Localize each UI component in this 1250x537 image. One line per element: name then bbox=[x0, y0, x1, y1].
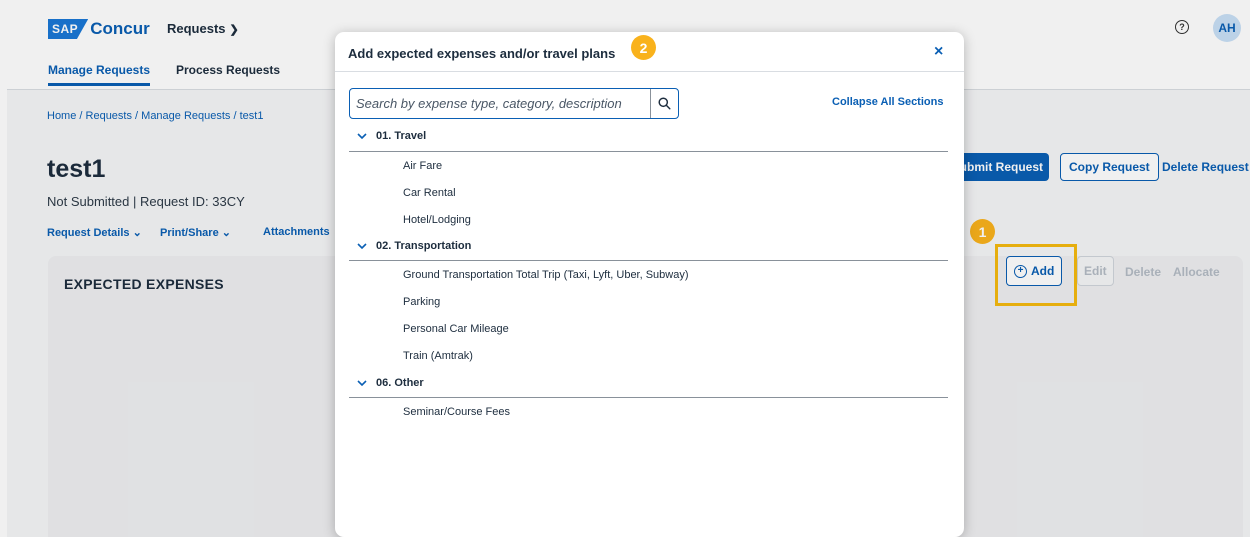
section-divider bbox=[349, 397, 948, 398]
search-box bbox=[349, 88, 679, 119]
section-divider bbox=[349, 260, 948, 261]
step-1-badge: 1 bbox=[970, 219, 995, 244]
chevron-down-icon bbox=[357, 242, 367, 250]
list-item-personal-car-mileage[interactable]: Personal Car Mileage bbox=[403, 323, 509, 335]
page-title: test1 bbox=[47, 155, 106, 183]
list-item-train-amtrak[interactable]: Train (Amtrak) bbox=[403, 350, 473, 362]
add-expense-button[interactable]: + Add bbox=[1006, 256, 1063, 286]
list-item-parking[interactable]: Parking bbox=[403, 296, 440, 308]
plus-circle-icon: + bbox=[1014, 264, 1027, 278]
search-icon bbox=[658, 97, 671, 110]
list-item-air-fare[interactable]: Air Fare bbox=[403, 160, 442, 172]
list-item-ground-transportation[interactable]: Ground Transportation Total Trip (Taxi, … bbox=[403, 269, 689, 281]
request-status-line: Not Submitted | Request ID: 33CY bbox=[47, 194, 245, 209]
step-2-badge: 2 bbox=[631, 35, 656, 60]
section-header-transportation[interactable]: 02. Transportation bbox=[357, 240, 471, 252]
section-title: 01. Travel bbox=[376, 130, 427, 142]
section-header-travel[interactable]: 01. Travel bbox=[357, 130, 426, 142]
print-share-menu[interactable]: Print/Share ⌄ bbox=[160, 226, 231, 239]
list-item-hotel-lodging[interactable]: Hotel/Lodging bbox=[403, 214, 471, 226]
concur-logo-text: Concur bbox=[90, 19, 150, 38]
chevron-down-icon: ❯ bbox=[229, 24, 239, 36]
print-share-label: Print/Share bbox=[160, 227, 219, 239]
request-details-label: Request Details bbox=[47, 227, 130, 239]
chevron-down-icon bbox=[357, 132, 367, 140]
add-button-label: Add bbox=[1031, 264, 1055, 278]
sap-concur-logo[interactable]: SAP Concur bbox=[48, 19, 150, 39]
list-item-seminar-course-fees[interactable]: Seminar/Course Fees bbox=[403, 406, 510, 418]
requests-menu-label: Requests bbox=[167, 21, 226, 36]
modal-title: Add expected expenses and/or travel plan… bbox=[348, 46, 616, 61]
close-icon[interactable]: × bbox=[934, 43, 943, 61]
section-title: 02. Transportation bbox=[376, 240, 472, 252]
section-title: 06. Other bbox=[376, 377, 424, 389]
section-divider bbox=[349, 151, 948, 152]
collapse-all-sections-link[interactable]: Collapse All Sections bbox=[832, 96, 943, 108]
attachments-menu[interactable]: Attachments bbox=[263, 226, 330, 238]
requests-menu[interactable]: Requests ❯ bbox=[167, 21, 239, 36]
allocate-button[interactable]: Allocate bbox=[1173, 265, 1220, 279]
search-button[interactable] bbox=[650, 89, 678, 118]
delete-button[interactable]: Delete bbox=[1125, 265, 1161, 279]
tab-manage-requests[interactable]: Manage Requests bbox=[48, 63, 151, 86]
search-input[interactable] bbox=[350, 89, 650, 118]
help-icon[interactable]: ? bbox=[1175, 20, 1189, 34]
request-details-menu[interactable]: Request Details ⌄ bbox=[47, 226, 142, 239]
expected-expenses-title: EXPECTED EXPENSES bbox=[64, 276, 224, 292]
breadcrumb[interactable]: Home / Requests / Manage Requests / test… bbox=[47, 110, 263, 122]
delete-request-button[interactable]: Delete Request bbox=[1162, 153, 1249, 181]
edit-button[interactable]: Edit bbox=[1077, 256, 1114, 286]
add-expenses-modal: Add expected expenses and/or travel plan… bbox=[335, 32, 964, 537]
chevron-down-icon bbox=[357, 379, 367, 387]
section-header-other[interactable]: 06. Other bbox=[357, 377, 424, 389]
chevron-down-icon: ⌄ bbox=[132, 227, 142, 239]
attachments-label: Attachments bbox=[263, 226, 330, 238]
avatar[interactable]: AH bbox=[1213, 14, 1241, 42]
copy-request-button[interactable]: Copy Request bbox=[1060, 153, 1159, 181]
sap-logo-mark: SAP bbox=[48, 19, 89, 39]
list-item-car-rental[interactable]: Car Rental bbox=[403, 187, 456, 199]
tab-process-requests[interactable]: Process Requests bbox=[176, 63, 280, 77]
chevron-down-icon: ⌄ bbox=[221, 227, 231, 239]
